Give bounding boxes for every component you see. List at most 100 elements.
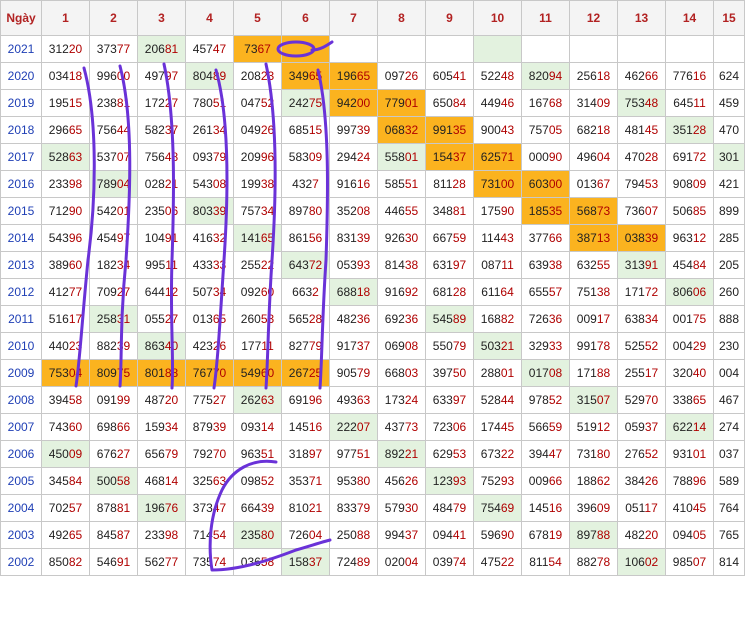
result-cell: 86156 bbox=[281, 224, 330, 252]
result-cell: 19676 bbox=[137, 494, 186, 522]
result-tail: 70 bbox=[212, 366, 227, 380]
result-prefix: 098 bbox=[240, 474, 261, 488]
result-prefix: 053 bbox=[336, 258, 357, 272]
result-cell: 34584 bbox=[41, 467, 90, 495]
result-prefix: 049 bbox=[240, 123, 261, 137]
result-tail: 16 bbox=[692, 69, 707, 83]
result-tail: 93 bbox=[452, 474, 467, 488]
result-tail: 38 bbox=[404, 258, 419, 272]
result-tail: 27 bbox=[164, 96, 179, 110]
result-prefix: 196 bbox=[144, 501, 165, 515]
result-prefix: 348 bbox=[432, 204, 453, 218]
result-cell: 42326 bbox=[185, 332, 234, 360]
result-tail: 79 bbox=[356, 366, 371, 380]
result-cell: 31409 bbox=[569, 89, 618, 117]
result-tail: 01 bbox=[500, 366, 515, 380]
result-prefix: 009 bbox=[576, 312, 597, 326]
result-tail: 40 bbox=[692, 366, 707, 380]
result-cell: 04752 bbox=[233, 89, 282, 117]
column-header-10: 10 bbox=[473, 0, 522, 36]
result-tail: 14 bbox=[692, 420, 707, 434]
result-prefix: 861 bbox=[288, 231, 309, 245]
result-cell: 48236 bbox=[329, 305, 378, 333]
result-cell: 47522 bbox=[473, 548, 522, 576]
result-prefix: 274 bbox=[718, 420, 740, 434]
result-cell: 24275 bbox=[281, 89, 330, 117]
result-prefix: 338 bbox=[672, 393, 693, 407]
result-prefix: 814 bbox=[718, 555, 740, 569]
result-cell: 589 bbox=[713, 467, 745, 495]
result-cell: 33865 bbox=[665, 386, 714, 414]
result-cell: 75705 bbox=[521, 116, 570, 144]
result-cell: 03418 bbox=[41, 62, 90, 90]
result-tail: 18 bbox=[68, 69, 83, 83]
result-prefix: 020 bbox=[384, 555, 405, 569]
result-cell: 09199 bbox=[89, 386, 138, 414]
result-prefix: 094 bbox=[432, 528, 453, 542]
result-cell: 6632 bbox=[281, 278, 330, 306]
table-row: 2014 54396 45497 10491 41632 14165 86156 83139 9… bbox=[0, 224, 745, 252]
result-cell: 78896 bbox=[665, 467, 714, 495]
result-tail: 47 bbox=[212, 42, 227, 56]
result-prefix: 114 bbox=[481, 231, 501, 245]
result-prefix: 681 bbox=[432, 285, 453, 299]
result-prefix: 459 bbox=[718, 96, 740, 110]
result-tail: 81 bbox=[116, 501, 131, 515]
result-prefix: 094 bbox=[672, 528, 693, 542]
result-tail: 51 bbox=[260, 447, 275, 461]
result-tail: 79 bbox=[356, 501, 371, 515]
result-prefix: 73 bbox=[244, 42, 258, 56]
result-tail: 98 bbox=[164, 528, 179, 542]
result-cell: 72306 bbox=[425, 413, 474, 441]
result-tail: 54 bbox=[212, 528, 227, 542]
result-tail: 98 bbox=[68, 177, 83, 191]
result-cell: 51617 bbox=[41, 305, 90, 333]
result-cell: 23881 bbox=[89, 89, 138, 117]
result-prefix: 667 bbox=[432, 231, 453, 245]
table-row: 2020 03418 99600 49797 80489 20823 34965 19665 0… bbox=[0, 62, 745, 90]
table-row: 2006 45009 67627 65679 79270 96351 31897 97751 8… bbox=[0, 440, 745, 468]
result-cell: 17590 bbox=[473, 197, 522, 225]
column-header-12: 12 bbox=[569, 0, 618, 36]
result-tail: 60 bbox=[68, 420, 83, 434]
result-prefix: 794 bbox=[624, 177, 645, 191]
result-prefix: 723 bbox=[432, 420, 453, 434]
result-tail: 84 bbox=[692, 258, 707, 272]
result-cell: 56659 bbox=[521, 413, 570, 441]
year-label: 2019 bbox=[0, 89, 42, 117]
result-cell: 68128 bbox=[425, 278, 474, 306]
result-prefix: 698 bbox=[96, 420, 117, 434]
result-tail: 37 bbox=[356, 339, 371, 353]
result-cell: 19938 bbox=[233, 170, 282, 198]
result-cell: 90043 bbox=[473, 116, 522, 144]
result-tail: 44 bbox=[116, 123, 131, 137]
result-tail: 97 bbox=[164, 69, 179, 83]
result-tail: 08 bbox=[548, 366, 563, 380]
result-cell: 23580 bbox=[233, 521, 282, 549]
result-prefix: 377 bbox=[528, 231, 549, 245]
result-cell: 75138 bbox=[569, 278, 618, 306]
result-tail: 59 bbox=[548, 420, 563, 434]
result-cell: 96312 bbox=[665, 224, 714, 252]
result-tail: 37 bbox=[404, 528, 419, 542]
result-tail: 47 bbox=[548, 447, 563, 461]
result-cell bbox=[521, 35, 570, 63]
result-prefix: 262 bbox=[240, 393, 261, 407]
result-cell: 61164 bbox=[473, 278, 522, 306]
result-cell: 64412 bbox=[137, 278, 186, 306]
result-tail: 08 bbox=[404, 339, 419, 353]
result-prefix: 325 bbox=[192, 474, 213, 488]
result-tail: 79 bbox=[452, 501, 467, 515]
result-cell: 72636 bbox=[521, 305, 570, 333]
result-prefix: 963 bbox=[672, 231, 693, 245]
result-tail: 52 bbox=[644, 447, 659, 461]
result-tail: 91 bbox=[116, 555, 131, 569]
result-tail: 41 bbox=[452, 528, 467, 542]
result-prefix: 764 bbox=[718, 501, 740, 515]
result-prefix: 566 bbox=[528, 420, 549, 434]
result-tail: 62 bbox=[596, 474, 611, 488]
result-tail: 09 bbox=[308, 150, 323, 164]
result-cell: 20681 bbox=[137, 35, 186, 63]
result-cell: 75734 bbox=[233, 197, 282, 225]
result-prefix: 475 bbox=[480, 555, 501, 569]
